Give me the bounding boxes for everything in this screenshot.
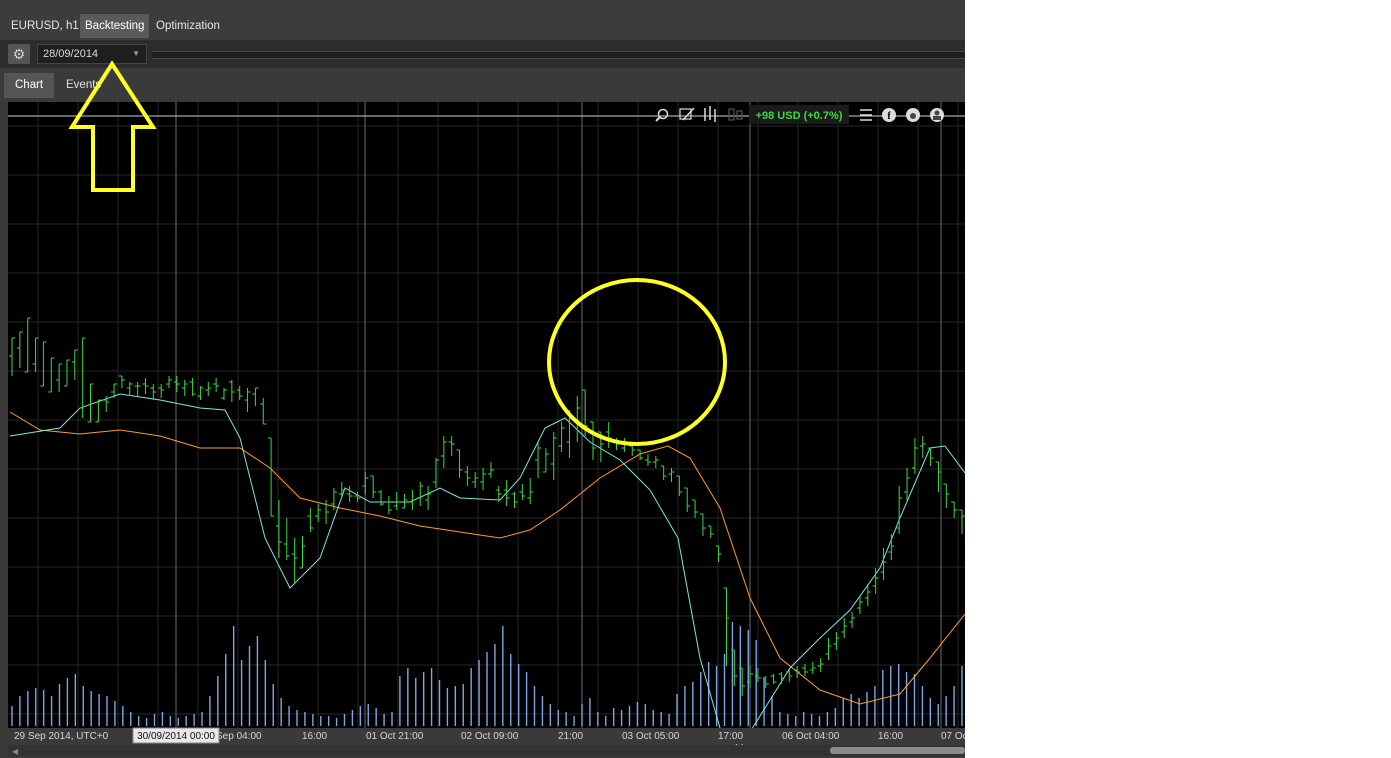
crosshair-time-label: 30/09/2014 00:00 [137, 731, 215, 742]
scrollbar-thumb[interactable] [830, 747, 965, 754]
time-tick-label: 17:00 [718, 731, 743, 742]
time-tick-label: 03 Oct 05:00 [622, 731, 680, 742]
time-tick-label: 01 Oct 21:00 [366, 731, 424, 742]
annotation-overlay [68, 60, 157, 192]
time-tick-label: 16:00 [302, 731, 327, 742]
time-tick-label: 07 Oc [941, 731, 965, 742]
time-tick-label: 29 Sep 2014, UTC+0 [14, 731, 109, 742]
horizontal-scrollbar[interactable] [8, 745, 965, 756]
time-tick-label: Sep 04:00 [216, 731, 262, 742]
app-window: EURUSD, h1 Backtesting Optimization ⚙ 28… [0, 0, 965, 758]
scroll-left-icon[interactable]: ◀ [12, 747, 19, 756]
time-tick-label: 02 Oct 09:00 [461, 731, 519, 742]
time-tick-label: 21:00 [558, 731, 583, 742]
up-arrow-icon [68, 60, 157, 192]
time-tick-label: 16:00 [878, 731, 903, 742]
time-tick-label: 06 Oct 04:00 [782, 731, 840, 742]
